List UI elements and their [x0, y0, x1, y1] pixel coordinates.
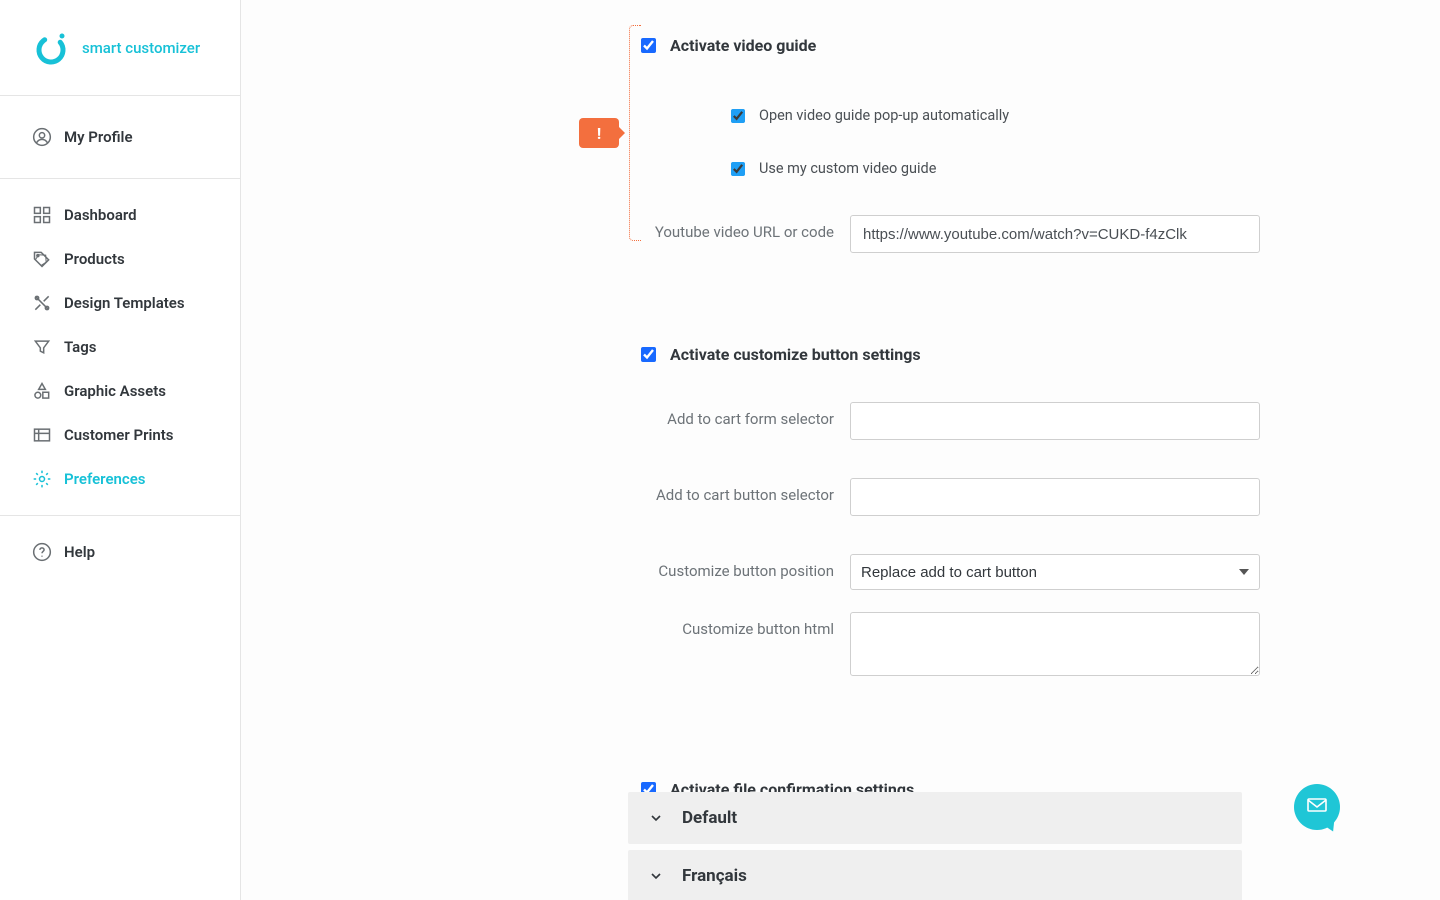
activate-customize-button-checkbox[interactable]	[641, 347, 656, 362]
chevron-down-icon	[648, 810, 664, 826]
sidebar-item-label: Help	[64, 543, 95, 561]
activate-customize-button-toggle[interactable]: Activate customize button settings	[641, 345, 1260, 364]
accordion-label: Français	[682, 866, 747, 886]
accordion-item-default[interactable]: Default	[628, 792, 1242, 844]
cart-button-selector-label: Add to cart button selector	[641, 478, 850, 504]
sidebar-item-label: Dashboard	[64, 206, 137, 224]
button-html-label: Customize button html	[641, 612, 850, 638]
sidebar-item-label: My Profile	[64, 128, 133, 146]
sidebar-item-label: Preferences	[64, 470, 146, 488]
sidebar-item-label: Design Templates	[64, 294, 185, 312]
help-icon	[32, 542, 52, 562]
sub-label: Use my custom video guide	[759, 160, 936, 177]
tag-icon	[32, 249, 52, 269]
brand-name: smart customizer	[82, 39, 200, 57]
sidebar: smart customizer My Profile Dashboard Pr…	[0, 0, 241, 900]
prints-icon	[32, 425, 52, 445]
sidebar-item-help[interactable]: Help	[0, 530, 240, 574]
sidebar-item-label: Customer Prints	[64, 426, 174, 444]
accordion-label: Default	[682, 808, 737, 828]
gear-icon	[32, 469, 52, 489]
alert-badge-icon: !	[597, 124, 601, 143]
auto-popup-checkbox[interactable]	[731, 109, 745, 123]
youtube-url-label: Youtube video URL or code	[641, 215, 850, 241]
cart-form-selector-input[interactable]	[850, 402, 1260, 440]
preferences-form: Activate video guide Open video guide po…	[641, 0, 1260, 799]
section-title: Activate video guide	[670, 36, 816, 55]
button-html-textarea[interactable]	[850, 612, 1260, 676]
sidebar-item-preferences[interactable]: Preferences	[0, 457, 240, 501]
sidebar-item-label: Tags	[64, 338, 97, 356]
filter-icon	[32, 337, 52, 357]
tools-icon	[32, 293, 52, 313]
sidebar-item-my-profile[interactable]: My Profile	[0, 96, 240, 178]
sidebar-item-graphic-assets[interactable]: Graphic Assets	[0, 369, 240, 413]
sidebar-item-customer-prints[interactable]: Customer Prints	[0, 413, 240, 457]
sidebar-item-products[interactable]: Products	[0, 237, 240, 281]
sidebar-item-label: Products	[64, 250, 125, 268]
auto-popup-toggle[interactable]: Open video guide pop-up automatically	[641, 107, 1260, 124]
sidebar-item-tags[interactable]: Tags	[0, 325, 240, 369]
sidebar-item-label: Graphic Assets	[64, 382, 166, 400]
button-position-select[interactable]: Replace add to cart button	[850, 554, 1260, 590]
use-custom-video-checkbox[interactable]	[731, 162, 745, 176]
sidebar-item-design-templates[interactable]: Design Templates	[0, 281, 240, 325]
language-accordion: Default Français	[628, 792, 1242, 900]
cart-form-selector-label: Add to cart form selector	[641, 402, 850, 428]
activate-video-guide-checkbox[interactable]	[641, 38, 656, 53]
sidebar-item-dashboard[interactable]: Dashboard	[0, 193, 240, 237]
activate-video-guide-toggle[interactable]: Activate video guide	[641, 36, 1260, 55]
youtube-url-input[interactable]	[850, 215, 1260, 253]
use-custom-video-toggle[interactable]: Use my custom video guide	[641, 160, 1260, 177]
highlight-bracket	[629, 25, 641, 241]
cart-button-selector-input[interactable]	[850, 478, 1260, 516]
section-title: Activate customize button settings	[670, 345, 921, 364]
chat-support-button[interactable]	[1294, 784, 1340, 830]
brand-logo-icon	[34, 31, 68, 65]
button-position-label: Customize button position	[641, 554, 850, 580]
alert-badge[interactable]: !	[579, 118, 619, 148]
sub-label: Open video guide pop-up automatically	[759, 107, 1009, 124]
dashboard-icon	[32, 205, 52, 225]
accordion-item-second[interactable]: Français	[628, 850, 1242, 900]
mail-icon	[1305, 793, 1329, 821]
shapes-icon	[32, 381, 52, 401]
chevron-down-icon	[648, 868, 664, 884]
main-content: ! Activate video guide Open video guide …	[241, 0, 1440, 900]
brand-logo[interactable]: smart customizer	[0, 0, 240, 96]
user-icon	[32, 127, 52, 147]
